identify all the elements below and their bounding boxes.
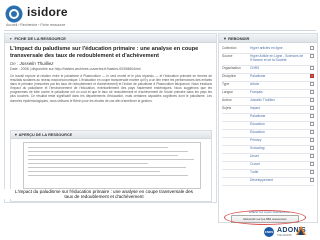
facet-checkbox[interactable] — [310, 54, 314, 58]
rebondir-panel-header: ▼ REBONDIR — [219, 34, 317, 43]
facet-checkbox[interactable] — [310, 66, 314, 70]
facet-value-link[interactable]: Paludisme — [250, 74, 308, 78]
facet-value-link[interactable]: Croset — [250, 162, 308, 166]
facet-value-link[interactable]: Éducation — [250, 122, 308, 126]
facet-checkbox[interactable] — [310, 154, 314, 158]
facet-checkbox[interactable] — [310, 106, 314, 110]
rebondir-panel-title: REBONDIR — [228, 36, 250, 41]
document-abstract: Ce travail explore la relation entre le … — [10, 74, 212, 103]
facet-value-link[interactable]: Développement — [250, 178, 308, 182]
facet-value-link[interactable]: Hyper Article en Ligne - Sciences de l'H… — [250, 54, 308, 62]
facet-checkbox[interactable] — [310, 170, 314, 174]
header-divider — [4, 30, 316, 31]
facet-value-link[interactable]: Éducation — [250, 130, 308, 134]
facet-checkbox[interactable] — [310, 178, 314, 182]
preview-header: ▼ APERÇU DE LA RESSOURCE — [11, 131, 211, 139]
facet-value-link[interactable]: Primary — [250, 138, 308, 142]
resource-panel-title: FICHE DE LA RESSOURCE — [14, 36, 66, 41]
facet-value-link[interactable]: Unset — [250, 154, 308, 158]
adonis-logo-icon — [296, 226, 306, 235]
facet-checkbox[interactable] — [310, 146, 314, 150]
preview-text-line — [28, 163, 148, 165]
facet-key: Sujets — [222, 106, 232, 110]
preview-text-line — [28, 167, 186, 169]
facet-checkbox[interactable] — [310, 82, 314, 86]
preview-title: APERÇU DE LA RESSOURCE — [18, 133, 73, 137]
document-date-line[interactable]: Date : 2008 | disponible sur http://hals… — [10, 67, 210, 71]
facet-checkbox[interactable] — [310, 162, 314, 166]
document-author: De : Josselin Thuilliez — [10, 61, 54, 66]
isidore-logo[interactable]: isidore — [5, 4, 85, 23]
facet-key: Auteur — [222, 98, 232, 102]
document-title: L'impact du paludisme sur l'éducation pr… — [10, 46, 199, 59]
highlight-annotation — [224, 210, 306, 225]
adonis-subtitle: TGE ADONIS — [277, 234, 292, 237]
facet-key: Type — [222, 82, 230, 86]
facet-value-link[interactable]: Schooling — [250, 146, 308, 150]
facet-value-link[interactable]: Paludisme — [250, 114, 308, 118]
facet-value-link[interactable]: Turtle — [250, 170, 308, 174]
facet-value-link[interactable]: Impact — [250, 106, 308, 110]
facet-value-link[interactable]: Hyper articles en ligne — [250, 46, 308, 50]
logo-text: isidore — [27, 5, 68, 19]
rebondir-panel: ▼ REBONDIR Collection Hyper articles en l… — [218, 33, 318, 225]
facet-key: Langue — [222, 90, 234, 94]
facet-checkbox[interactable] — [310, 114, 314, 118]
facet-value-link[interactable]: Josselin Thuilliez — [250, 98, 308, 102]
resource-panel-header: ▼ FICHE DE LA RESSOURCE — [5, 34, 216, 43]
facet-checkbox[interactable] — [310, 130, 314, 134]
facet-checkbox[interactable] — [310, 98, 314, 102]
preview-document-thumbnail[interactable] — [23, 142, 201, 189]
resource-preview: ▼ APERÇU DE LA RESSOURCE L'impact du pal… — [3, 130, 212, 202]
facet-checkbox[interactable] — [310, 138, 314, 142]
breadcrumb[interactable]: Accueil › Recherche › Fiche ressource — [6, 23, 65, 27]
preview-caption: L'impact du paludisme sur l'éducation pr… — [15, 189, 193, 199]
resource-panel: ▼ FICHE DE LA RESSOURCE L'impact du palud… — [3, 33, 217, 203]
facet-value-link[interactable]: Article — [250, 82, 308, 86]
preview-text-line — [28, 155, 178, 157]
facet-separator — [222, 185, 314, 186]
author-link[interactable]: Josselin Thuilliez — [20, 61, 54, 66]
facet-value-link[interactable]: CNRS — [250, 66, 308, 70]
facet-key: Organisation — [222, 66, 241, 70]
facet-checkbox[interactable] — [310, 74, 314, 78]
collapse-triangle-icon[interactable]: ▼ — [9, 37, 12, 41]
facet-key: Discipline — [222, 74, 237, 78]
preview-caption-box: L'impact du paludisme sur l'éducation pr… — [3, 189, 203, 199]
author-label: De : — [10, 61, 19, 66]
facet-checkbox[interactable] — [310, 46, 314, 50]
facet-value-link[interactable]: Français — [250, 90, 308, 94]
facet-key: Source — [222, 54, 233, 58]
isidore-logo-icon — [5, 5, 23, 23]
cnrs-logo: CNRS — [264, 227, 274, 237]
preview-text-line — [28, 175, 188, 177]
preview-text-line — [28, 171, 160, 173]
facet-checkbox[interactable] — [310, 90, 314, 94]
facet-key: Collection — [222, 46, 237, 50]
preview-text-line — [28, 151, 188, 153]
facet-checkbox[interactable] — [310, 122, 314, 126]
preview-text-line — [28, 159, 194, 161]
preview-text-line — [28, 147, 168, 149]
